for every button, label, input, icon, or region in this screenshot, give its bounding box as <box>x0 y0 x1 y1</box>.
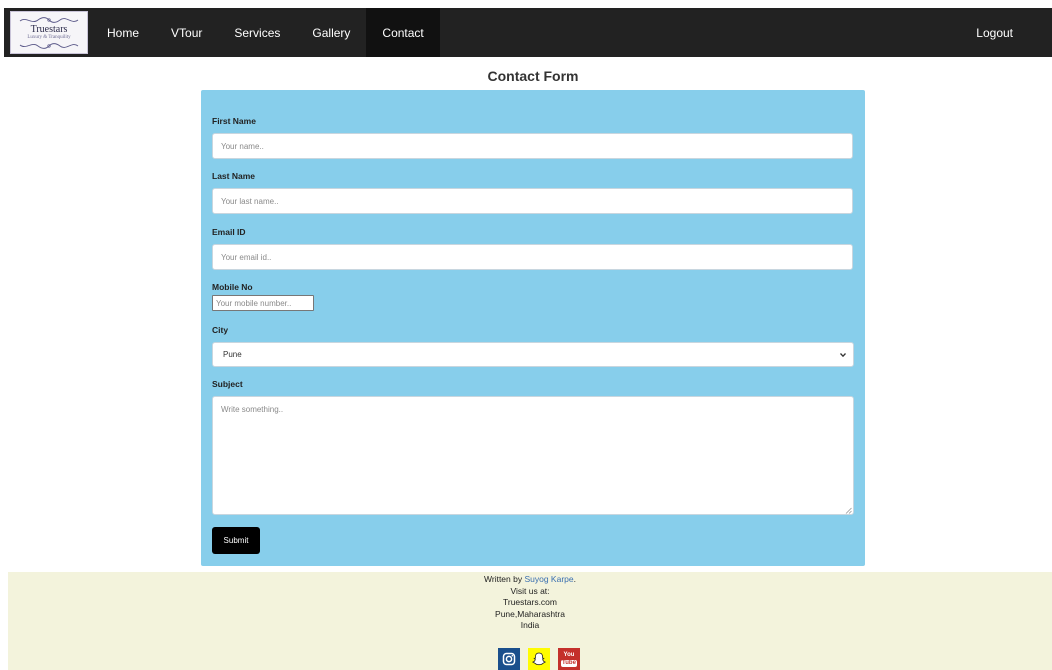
youtube-text-bottom: Tube <box>561 659 577 667</box>
subject-textarea[interactable] <box>212 396 854 515</box>
author-link[interactable]: Suyog Karpe <box>524 574 573 584</box>
footer-credit-suffix: . <box>573 574 576 584</box>
mobile-label: Mobile No <box>212 282 253 292</box>
footer-credit-prefix: Written by <box>484 574 525 584</box>
submit-button[interactable]: Submit <box>212 527 260 554</box>
top-navbar: Truestars Luxury & Tranquility Home VTou… <box>4 8 1052 57</box>
nav-gallery[interactable]: Gallery <box>296 8 366 57</box>
footer: Written by Suyog Karpe. Visit us at: Tru… <box>8 572 1052 670</box>
logo-ornament-bottom <box>19 42 79 49</box>
nav-home[interactable]: Home <box>91 8 155 57</box>
nav-vtour[interactable]: VTour <box>155 8 218 57</box>
email-label: Email ID <box>212 227 246 237</box>
subject-label: Subject <box>212 379 243 389</box>
contact-form: First Name Last Name Email ID Mobile No … <box>201 90 865 566</box>
youtube-icon[interactable]: You Tube <box>558 648 580 670</box>
page-title: Contact Form <box>487 68 579 84</box>
email-input[interactable] <box>212 244 853 270</box>
snapchat-icon[interactable] <box>528 648 550 670</box>
first-name-input[interactable] <box>212 133 853 159</box>
footer-credit: Written by Suyog Karpe. <box>8 574 1052 586</box>
instagram-glyph <box>502 652 516 666</box>
footer-visit: Visit us at: <box>510 585 550 596</box>
chevron-down-icon <box>840 352 846 357</box>
snapchat-ghost-glyph <box>531 652 547 666</box>
logout-link[interactable]: Logout <box>960 8 1029 57</box>
city-label: City <box>212 325 229 335</box>
city-select[interactable]: Pune <box>212 342 854 367</box>
truestars-logo[interactable]: Truestars Luxury & Tranquility <box>10 11 88 54</box>
social-links: You Tube <box>8 648 1052 670</box>
last-name-label: Last Name <box>212 171 255 181</box>
footer-site: Truestars.com <box>502 597 557 607</box>
logo-brand: Truestars <box>30 23 68 35</box>
instagram-icon[interactable] <box>498 648 520 670</box>
nav-contact[interactable]: Contact <box>366 8 440 57</box>
first-name-label: First Name <box>212 116 256 126</box>
nav-services[interactable]: Services <box>218 8 296 57</box>
footer-location: Pune,Maharashtra <box>495 608 565 619</box>
mobile-input[interactable] <box>212 295 314 311</box>
footer-country: India <box>520 620 540 630</box>
last-name-input[interactable] <box>212 188 853 214</box>
resize-grip-icon[interactable] <box>845 507 852 514</box>
city-select-value: Pune <box>223 350 242 359</box>
youtube-text-top: You <box>563 651 575 658</box>
